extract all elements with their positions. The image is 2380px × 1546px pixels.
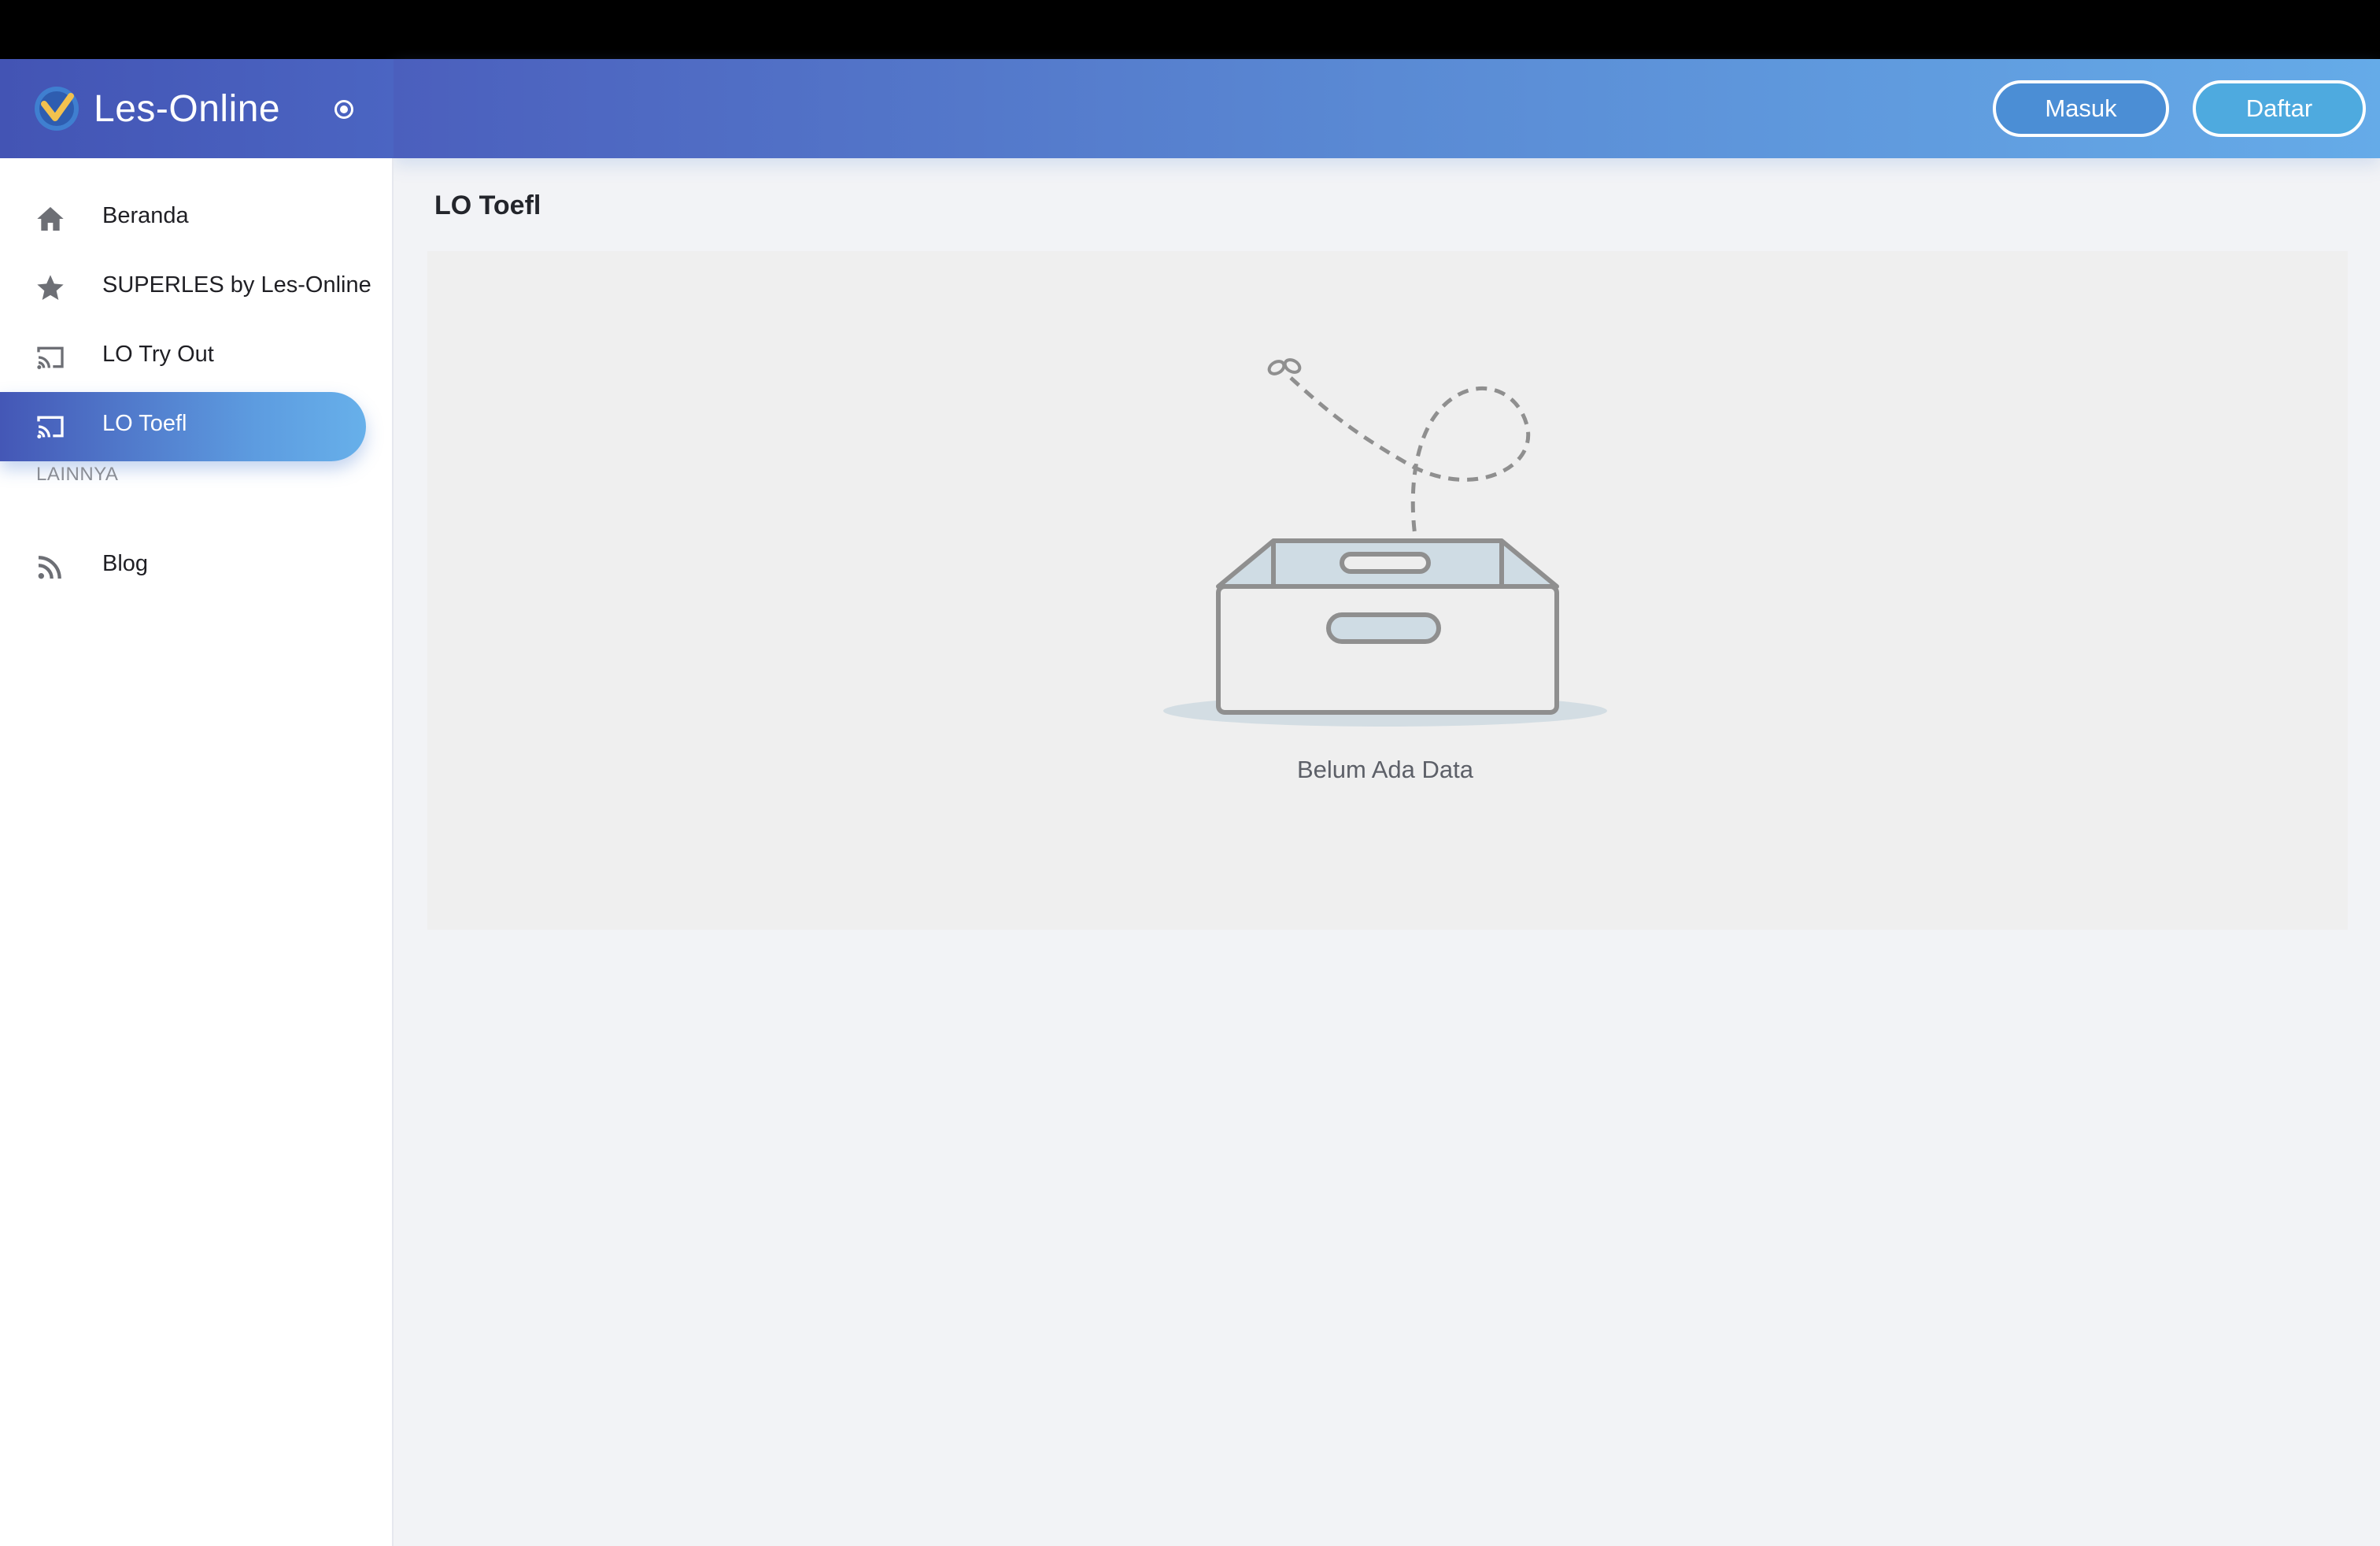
les-online-logo-icon[interactable] — [33, 85, 80, 132]
sidebar-toggle-icon[interactable] — [334, 100, 353, 119]
home-icon — [37, 207, 64, 231]
cast-icon — [37, 416, 64, 438]
sidebar-item-label: Beranda — [102, 203, 189, 228]
sidebar-item-label: Blog — [102, 551, 149, 576]
sidebar-item-blog[interactable]: Blog — [0, 532, 394, 601]
brand-name[interactable]: Les-Online — [94, 87, 280, 131]
top-black-bar — [0, 0, 2380, 59]
app-root: Les-Online Beranda SUPERLES by Les-Onlin… — [0, 59, 2380, 1546]
sidebar: Les-Online Beranda SUPERLES by Les-Onlin… — [0, 59, 394, 1546]
sidebar-item-superles[interactable]: SUPERLES by Les-Online — [0, 253, 394, 323]
section-label-lainnya: LAINNYA — [36, 464, 119, 485]
sidebar-item-lo-try-out[interactable]: LO Try Out — [0, 323, 394, 392]
login-button[interactable]: Masuk — [1993, 80, 2169, 137]
cast-icon — [37, 346, 64, 369]
empty-state-text: Belum Ada Data — [1296, 756, 1474, 783]
sidebar-item-label: LO Try Out — [102, 342, 214, 367]
page-title: LO Toefl — [434, 190, 541, 220]
star-icon — [37, 275, 64, 300]
sidebar-nav: Beranda SUPERLES by Les-Online LO Try Ou… — [0, 184, 394, 461]
sidebar-item-beranda[interactable]: Beranda — [0, 184, 394, 253]
empty-box-illustration — [1163, 358, 1607, 727]
register-button[interactable]: Daftar — [2193, 80, 2366, 137]
sidebar-item-label: SUPERLES by Les-Online — [102, 272, 371, 298]
brand-bar: Les-Online — [0, 59, 394, 158]
top-header: Masuk Daftar — [394, 59, 2380, 158]
sidebar-item-label: LO Toefl — [102, 411, 187, 436]
sidebar-item-lo-toefl[interactable]: LO Toefl — [0, 392, 366, 461]
rss-icon — [38, 556, 61, 579]
